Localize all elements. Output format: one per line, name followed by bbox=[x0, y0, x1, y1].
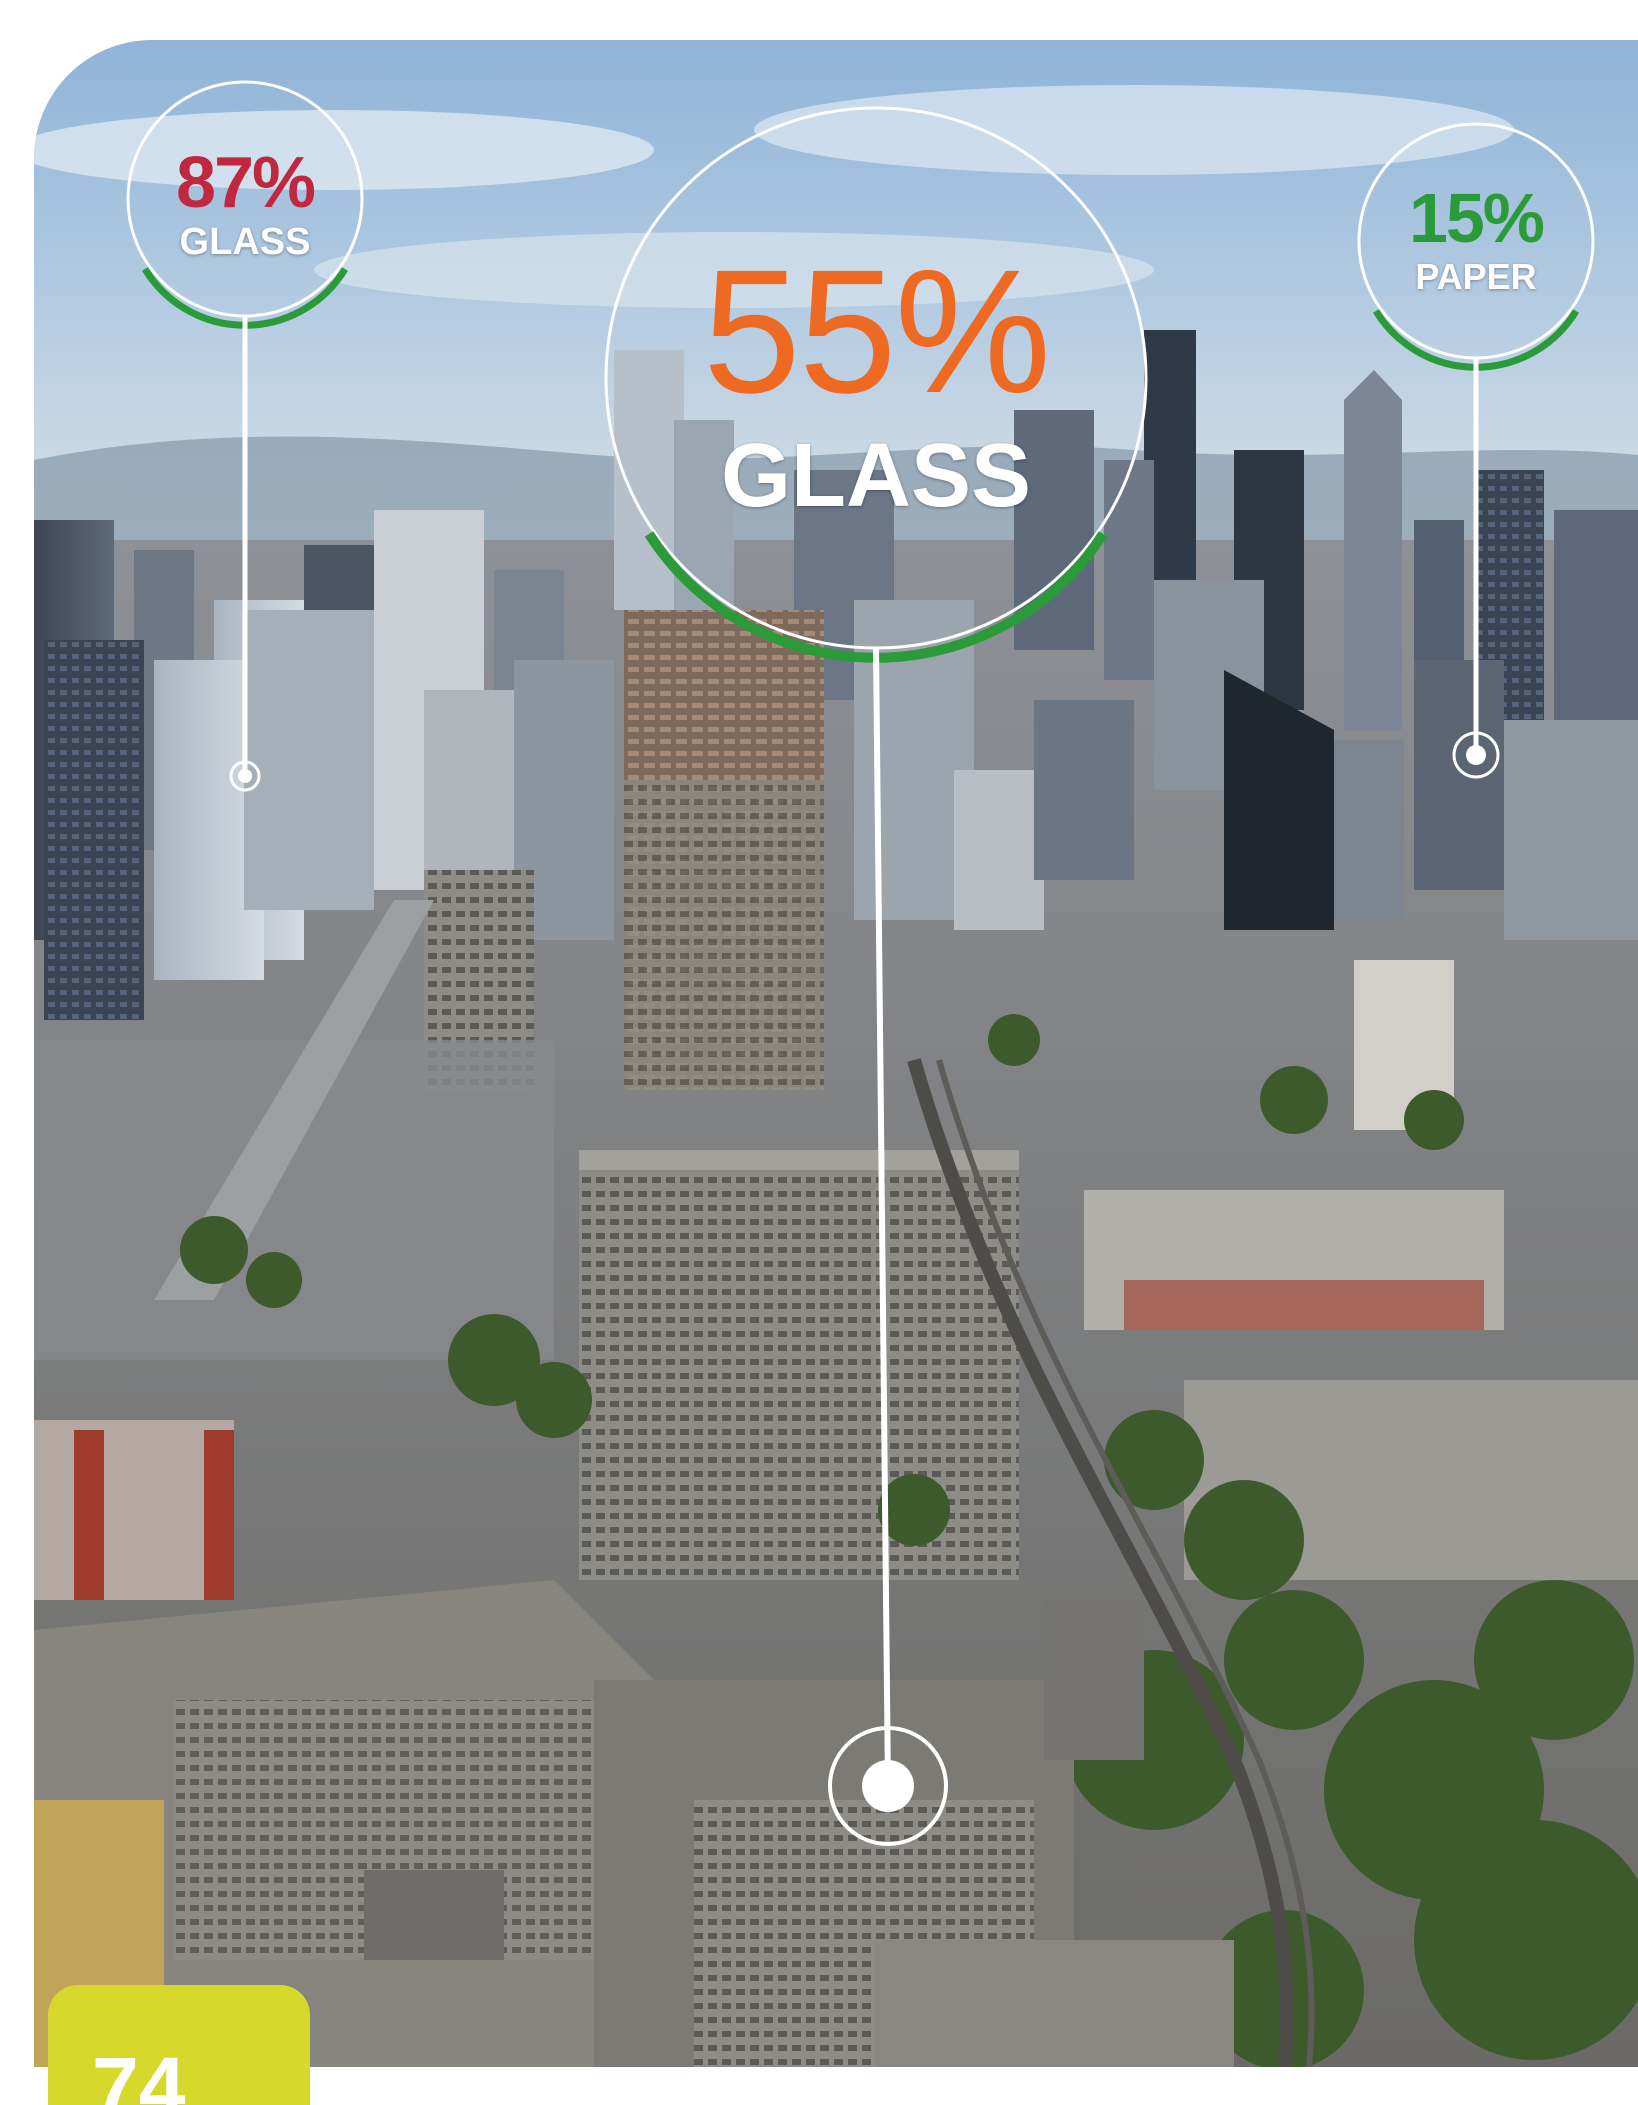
callout-left: 87% GLASS bbox=[126, 80, 364, 792]
callout-left-percent: 87% bbox=[175, 143, 316, 223]
callout-center-label: GLASS bbox=[720, 426, 1032, 526]
page-number-tab: 74 bbox=[48, 1985, 310, 2105]
callout-center-percent: 55% bbox=[702, 234, 1051, 430]
callout-right: 15% PAPER bbox=[1357, 122, 1595, 779]
callout-right-percent: 15% bbox=[1408, 179, 1545, 257]
callout-right-label: PAPER bbox=[1415, 256, 1537, 297]
callout-left-label: GLASS bbox=[179, 221, 311, 263]
callout-center: 55% GLASS bbox=[604, 106, 1148, 1846]
page-number: 74 bbox=[92, 2040, 186, 2105]
